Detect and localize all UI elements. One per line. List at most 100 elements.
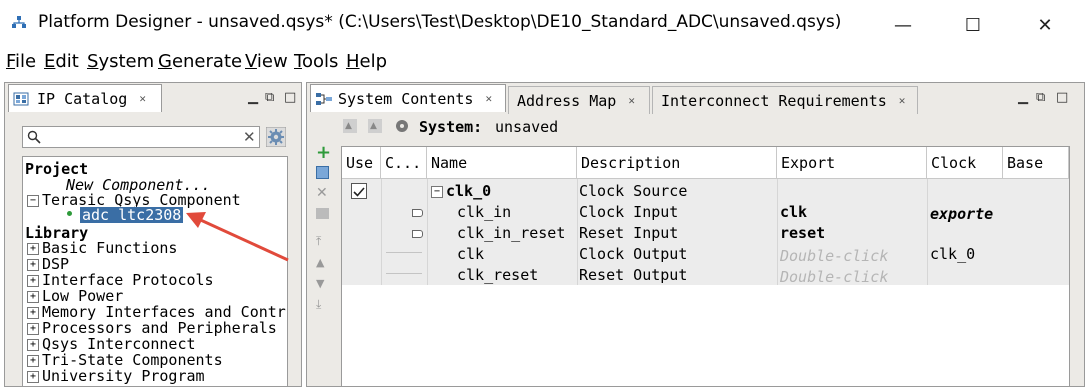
system-label: System: — [419, 118, 483, 136]
expand-icon[interactable]: + — [27, 290, 39, 303]
expand-icon[interactable]: + — [27, 274, 39, 287]
port-icon — [412, 230, 423, 238]
library-item[interactable]: + Low Power — [27, 288, 123, 304]
minimize-panel-icon[interactable]: ▁ — [1018, 90, 1028, 105]
row-description: Reset Output — [579, 266, 688, 284]
expand-icon[interactable]: + — [27, 242, 39, 255]
close-tab-icon[interactable]: ✕ — [899, 94, 906, 107]
annotation-arrow — [186, 212, 289, 262]
table-row[interactable]: clk_reset — [457, 266, 538, 284]
maximize-panel-icon[interactable]: □ — [284, 90, 296, 105]
connect-icon[interactable] — [316, 166, 329, 179]
menu-generate[interactable]: Generate — [158, 51, 242, 72]
tree-heading-project: Project — [25, 160, 89, 178]
library-item[interactable]: + DSP — [27, 256, 69, 272]
row-description: Clock Input — [579, 203, 679, 221]
col-header-description[interactable]: Description — [577, 147, 777, 179]
close-tab-icon[interactable]: ✕ — [139, 92, 146, 105]
col-header-clock[interactable]: Clock — [927, 147, 1003, 179]
component-dot-icon — [67, 211, 72, 216]
expand-icon[interactable]: + — [27, 258, 39, 271]
library-item[interactable]: + University Program — [27, 368, 205, 384]
minimize-button[interactable]: — — [880, 10, 926, 40]
app-icon — [12, 16, 26, 28]
library-item[interactable]: + Memory Interfaces and Contr — [27, 304, 286, 320]
remove-icon[interactable]: ✕ — [316, 186, 330, 200]
move-down-icon[interactable]: ▼ — [316, 277, 330, 291]
table-row[interactable]: clk — [457, 245, 484, 263]
table-row[interactable]: − clk_0 — [431, 182, 491, 200]
float-panel-icon[interactable]: ⧉ — [1036, 90, 1045, 105]
library-item[interactable]: + Basic Functions — [27, 240, 177, 256]
collapse-icon[interactable]: − — [27, 194, 39, 207]
tab-interconnect-requirements[interactable]: Interconnect Requirements ✕ — [652, 86, 918, 114]
tab-address-map-label: Address Map — [517, 91, 617, 110]
expand-icon[interactable]: + — [27, 338, 39, 351]
row-description: Clock Output — [579, 245, 688, 263]
expand-icon[interactable]: + — [27, 322, 39, 335]
menu-file[interactable]: File — [6, 51, 36, 72]
use-checkbox[interactable] — [351, 183, 367, 199]
system-name: unsaved — [495, 118, 559, 136]
minimize-panel-icon[interactable]: ▁ — [248, 90, 258, 105]
edit-icon[interactable] — [316, 208, 329, 219]
table-row[interactable]: clk_in_reset — [457, 224, 565, 242]
add-icon[interactable]: + — [316, 144, 331, 162]
col-header-use[interactable]: Use — [342, 147, 381, 179]
row-clock[interactable]: exporte — [930, 205, 1002, 223]
tab-system-contents-label: System Contents — [338, 89, 474, 108]
maximize-panel-icon[interactable]: □ — [1056, 90, 1068, 105]
row-export-placeholder[interactable]: Double-click — [780, 268, 888, 286]
row-export-placeholder[interactable]: Double-click — [780, 247, 888, 265]
clear-icon[interactable]: ✕ — [243, 128, 256, 146]
row-export[interactable]: reset — [780, 224, 825, 242]
row-export[interactable]: clk — [780, 203, 807, 221]
close-button[interactable]: ✕ — [1022, 10, 1068, 40]
search-input[interactable] — [22, 126, 260, 148]
close-tab-icon[interactable]: ✕ — [485, 92, 492, 105]
system-gear-icon — [396, 120, 408, 132]
connection-line — [386, 252, 422, 253]
tab-system-contents[interactable]: System Contents ✕ — [310, 84, 506, 112]
move-up-icon[interactable]: ▲ — [316, 256, 330, 270]
collapse-icon[interactable]: − — [431, 185, 443, 198]
move-top-icon[interactable]: ⤒ — [316, 234, 330, 248]
library-item[interactable]: + Tri-State Components — [27, 352, 223, 368]
search-icon — [27, 130, 41, 144]
tab-ip-catalog-label: IP Catalog — [37, 89, 128, 108]
catalog-icon — [13, 92, 29, 105]
tab-ip-catalog[interactable]: IP Catalog ✕ — [8, 84, 162, 112]
table-row[interactable]: clk_in — [457, 203, 511, 221]
menu-edit[interactable]: Edit — [44, 51, 79, 72]
col-header-name[interactable]: Name — [427, 147, 577, 179]
port-icon — [412, 209, 423, 217]
library-item[interactable]: + Qsys Interconnect — [27, 336, 196, 352]
col-header-base[interactable]: Base — [1003, 147, 1069, 179]
window-title: Platform Designer - unsaved.qsys* (C:\Us… — [38, 12, 842, 32]
tab-interconnect-label: Interconnect Requirements — [661, 91, 887, 110]
col-header-connections[interactable]: C... — [381, 147, 427, 179]
move-bottom-icon[interactable]: ⤓ — [316, 297, 330, 311]
tree-item-adc-ltc2308[interactable]: adc_ltc2308 — [78, 206, 185, 224]
expand-icon[interactable]: + — [27, 306, 39, 319]
settings-icon[interactable] — [266, 127, 286, 147]
system-icon — [316, 92, 332, 105]
tab-address-map[interactable]: Address Map ✕ — [508, 86, 650, 114]
close-tab-icon[interactable]: ✕ — [628, 94, 635, 107]
expand-icon[interactable]: + — [27, 354, 39, 367]
system-contents-table: Use C... Name Description Export Clock B… — [341, 146, 1070, 387]
menu-view[interactable]: View — [245, 51, 288, 72]
maximize-button[interactable]: ☐ — [950, 10, 996, 40]
menu-system[interactable]: System — [87, 51, 154, 72]
row-description: Clock Source — [579, 182, 688, 200]
connection-line — [386, 273, 422, 274]
col-header-export[interactable]: Export — [777, 147, 927, 179]
library-item[interactable]: + Interface Protocols — [27, 272, 214, 288]
expand-icon[interactable]: + — [27, 370, 39, 383]
menu-help[interactable]: Help — [346, 51, 387, 72]
menu-tools[interactable]: Tools — [294, 51, 338, 72]
float-panel-icon[interactable]: ⧉ — [265, 90, 274, 105]
row-clock[interactable]: clk_0 — [930, 245, 975, 263]
row-description: Reset Input — [579, 224, 679, 242]
library-item[interactable]: + Processors and Peripherals — [27, 320, 277, 336]
